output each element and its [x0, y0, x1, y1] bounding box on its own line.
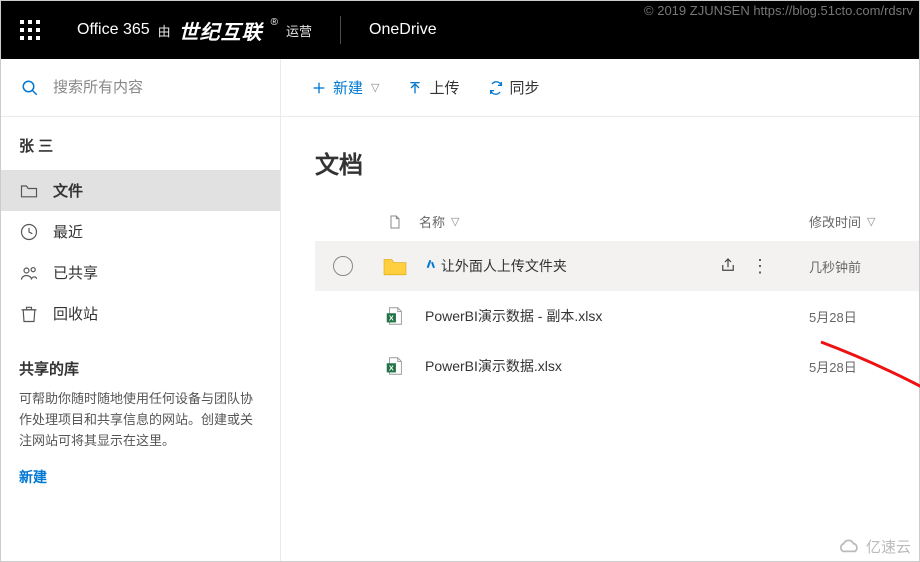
file-name-text: PowerBI演示数据.xlsx — [425, 358, 562, 374]
create-library-link[interactable]: 新建 — [19, 469, 47, 485]
sync-icon — [488, 80, 504, 96]
brand-cn-operator: 世纪互联 — [179, 16, 263, 45]
nav-files[interactable]: 文件 — [1, 170, 280, 211]
svg-text:X: X — [389, 314, 394, 323]
people-icon — [19, 263, 39, 283]
trash-icon — [19, 304, 39, 324]
sync-button[interactable]: 同步 — [488, 77, 540, 98]
file-name-cell[interactable]: PowerBI演示数据 - 副本.xlsx — [419, 306, 719, 326]
nav-shared[interactable]: 已共享 — [1, 252, 280, 293]
new-label: 新建 — [333, 77, 363, 98]
file-row[interactable]: X PowerBI演示数据 - 副本.xlsx 5月28日 — [315, 291, 919, 341]
left-nav: 张 三 文件 最近 已共享 回收站 共享的库 可帮助你随时随地使用任何设备与团队… — [1, 117, 281, 561]
modified-cell: 5月28日 — [809, 307, 919, 326]
sync-label: 同步 — [510, 77, 540, 98]
command-bar: 新建 ▽ 上传 同步 — [1, 59, 919, 117]
column-modified-label: 修改时间 — [809, 212, 861, 231]
footer-brand: 亿速云 — [836, 536, 911, 557]
upload-label: 上传 — [429, 77, 459, 98]
column-modified-header[interactable]: 修改时间 ▽ — [809, 212, 919, 231]
brand-operated: 运营 — [286, 21, 312, 40]
search-input[interactable] — [53, 79, 280, 96]
modified-cell: 几秒钟前 — [809, 257, 919, 276]
row-select-toggle[interactable] — [333, 256, 353, 276]
footer-brand-text: 亿速云 — [866, 536, 911, 557]
folder-icon — [19, 181, 39, 201]
nav-recycle[interactable]: 回收站 — [1, 293, 280, 334]
new-button[interactable]: 新建 ▽ — [311, 77, 379, 98]
cloud-icon — [836, 538, 862, 556]
file-type-icon — [387, 213, 403, 231]
app-header: Office 365 由 世纪互联 ® 运营 OneDrive — [1, 1, 919, 59]
file-name-text: 让外面人上传文件夹 — [441, 258, 567, 274]
share-button[interactable] — [719, 256, 737, 277]
page-title: 文档 — [315, 145, 919, 180]
file-name-cell[interactable]: 让外面人上传文件夹 — [419, 256, 719, 276]
nav-files-label: 文件 — [53, 180, 83, 201]
app-name: OneDrive — [351, 21, 455, 39]
file-list-header: 名称 ▽ 修改时间 ▽ — [315, 206, 919, 241]
shared-libraries-title: 共享的库 — [1, 334, 280, 389]
excel-file-icon: X — [384, 305, 406, 327]
brand-office365: Office 365 — [77, 21, 150, 39]
column-name-header[interactable]: 名称 ▽ — [419, 212, 719, 231]
excel-file-icon: X — [384, 355, 406, 377]
nav-recent[interactable]: 最近 — [1, 211, 280, 252]
chevron-down-icon: ▽ — [867, 215, 875, 228]
file-name-text: PowerBI演示数据 - 副本.xlsx — [425, 308, 602, 324]
shared-libraries-desc: 可帮助你随时随地使用任何设备与团队协作处理项目和共享信息的网站。创建或关注网站可… — [1, 389, 280, 451]
column-name-label: 名称 — [419, 212, 445, 231]
svg-text:X: X — [389, 364, 394, 373]
file-name-cell[interactable]: PowerBI演示数据.xlsx — [419, 356, 719, 376]
file-row[interactable]: X PowerBI演示数据.xlsx 5月28日 — [315, 341, 919, 391]
chevron-down-icon: ▽ — [451, 215, 459, 228]
plus-icon — [311, 80, 327, 96]
header-divider — [340, 16, 341, 44]
modified-cell: 5月28日 — [809, 357, 919, 376]
brand-reg-mark: ® — [271, 17, 278, 28]
more-actions-button[interactable]: ⋮ — [751, 257, 769, 275]
chevron-down-icon: ▽ — [371, 81, 379, 94]
nav-recent-label: 最近 — [53, 221, 83, 242]
brand-area: Office 365 由 世纪互联 ® 运营 — [59, 16, 330, 45]
upload-button[interactable]: 上传 — [407, 77, 459, 98]
file-row[interactable]: 让外面人上传文件夹 ⋮ 几秒钟前 — [315, 241, 919, 291]
clock-icon — [19, 222, 39, 242]
search-icon — [21, 79, 39, 97]
commands-area: 新建 ▽ 上传 同步 — [281, 77, 540, 98]
new-indicator-icon — [425, 259, 437, 271]
user-name: 张 三 — [1, 135, 280, 170]
main-content: 文档 名称 ▽ 修改时间 ▽ 让外面人上传文件夹 — [281, 117, 919, 561]
nav-recycle-label: 回收站 — [53, 303, 98, 324]
search-box[interactable] — [1, 59, 281, 116]
folder-icon — [381, 255, 409, 277]
waffle-icon — [20, 20, 40, 40]
nav-shared-label: 已共享 — [53, 262, 98, 283]
upload-icon — [407, 80, 423, 96]
brand-by: 由 — [158, 21, 171, 40]
app-launcher-button[interactable] — [1, 1, 59, 59]
